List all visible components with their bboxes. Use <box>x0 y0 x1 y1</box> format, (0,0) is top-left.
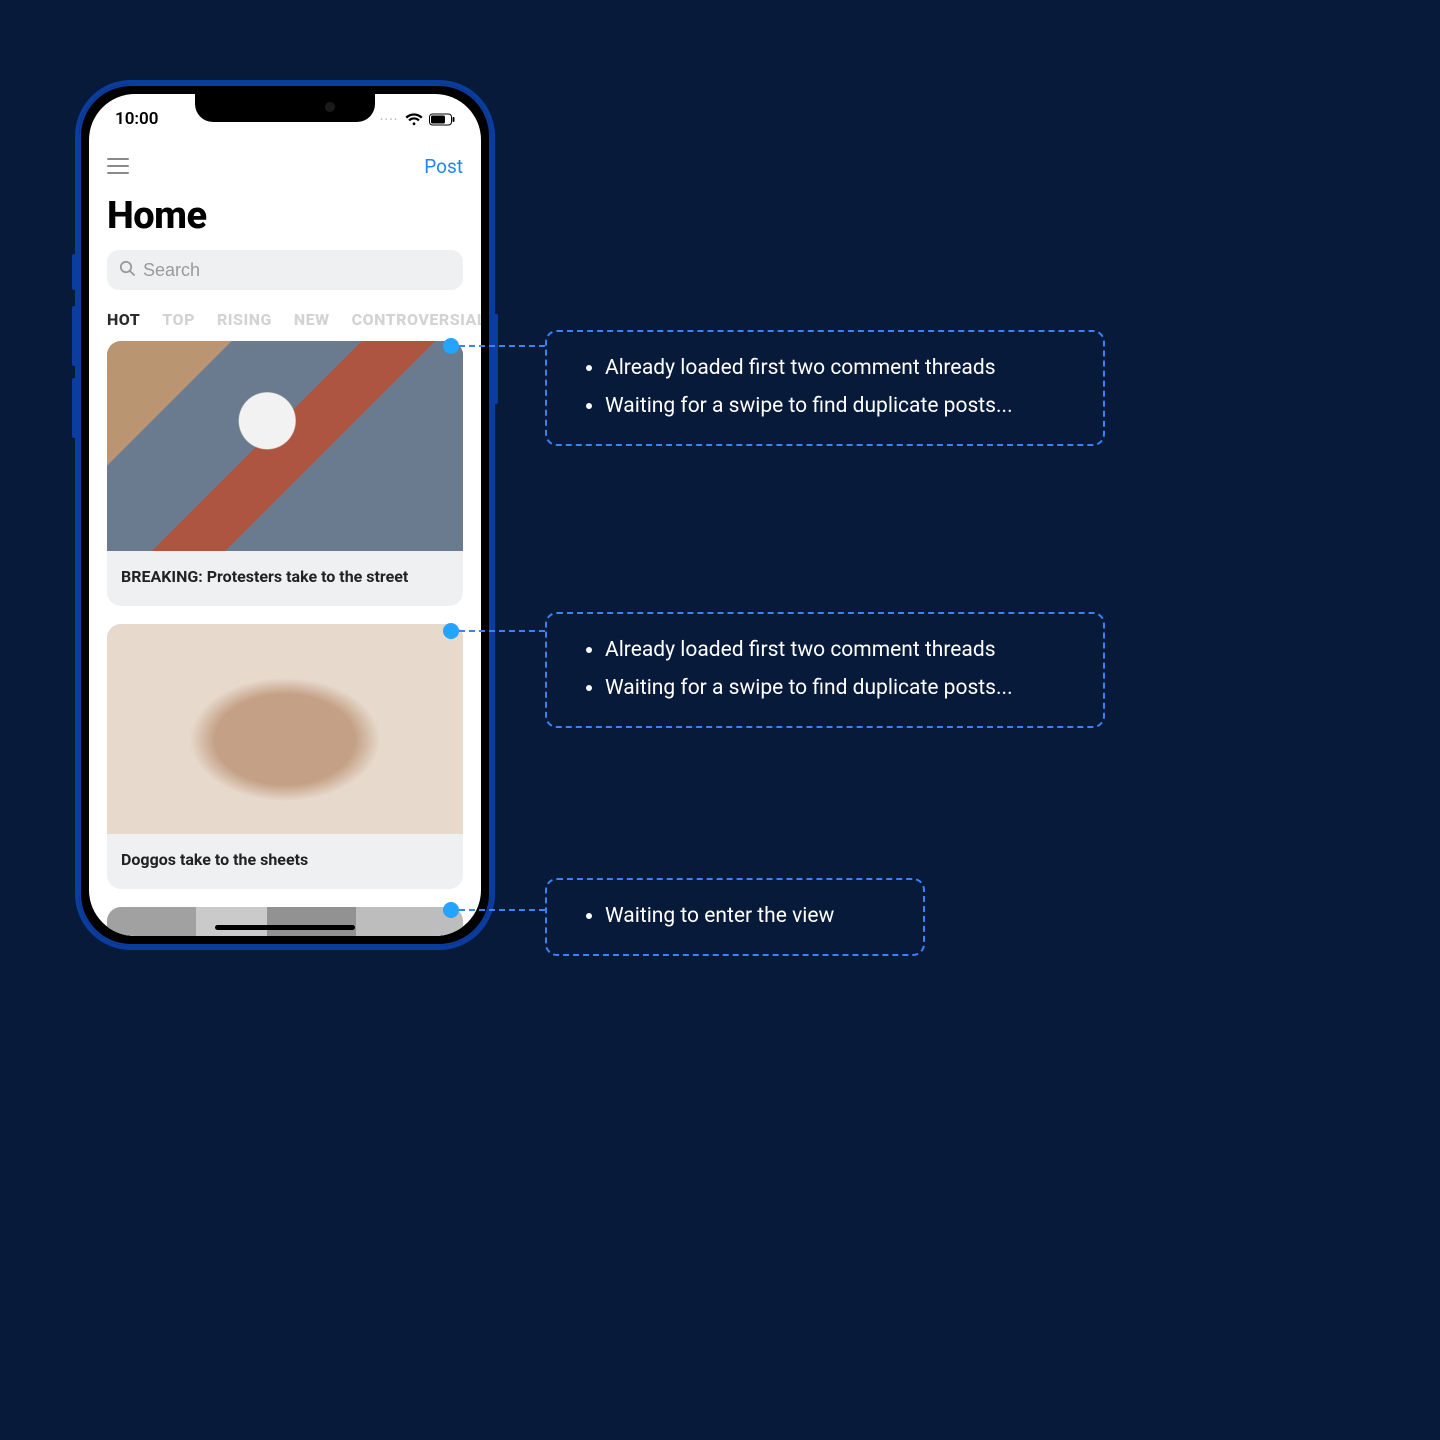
phone-side-button <box>494 314 498 404</box>
cellular-dots-icon: •••• <box>380 115 399 124</box>
post-card[interactable]: BREAKING: Protesters take to the street <box>107 341 463 606</box>
annotation-dot <box>443 902 459 918</box>
app-content: Post Home HOT TOP RISING NEW CONTROVERSI… <box>89 94 481 936</box>
annotation-connector <box>459 909 545 911</box>
navbar: Post <box>89 144 481 184</box>
phone-side-button <box>72 254 76 290</box>
post-title: Doggos take to the sheets <box>107 834 463 889</box>
post-image <box>107 624 463 834</box>
search-icon <box>119 260 135 280</box>
sort-tabs: HOT TOP RISING NEW CONTROVERSIAL <box>89 304 481 341</box>
phone-side-button <box>72 378 76 438</box>
annotation-item: Already loaded first two comment threads <box>605 350 1075 388</box>
search-input[interactable] <box>143 260 451 281</box>
annotation-callout: Already loaded first two comment threads… <box>545 330 1105 446</box>
status-right: •••• <box>380 113 455 126</box>
page-title: Home <box>89 184 481 250</box>
post-title: BREAKING: Protesters take to the street <box>107 551 463 606</box>
tab-new[interactable]: NEW <box>294 310 330 329</box>
tab-rising[interactable]: RISING <box>217 310 272 329</box>
annotation-item: Waiting for a swipe to find duplicate po… <box>605 388 1075 426</box>
post-image <box>107 341 463 551</box>
status-time: 10:00 <box>115 109 158 129</box>
phone-screen: 10:00 •••• Post Home <box>89 94 481 936</box>
phone-notch <box>195 94 375 122</box>
annotation-item: Waiting to enter the view <box>605 898 895 936</box>
tab-top[interactable]: TOP <box>162 310 195 329</box>
annotation-callout: Waiting to enter the view <box>545 878 925 956</box>
phone-side-button <box>72 306 76 366</box>
annotation-connector <box>459 345 545 347</box>
battery-icon <box>429 113 455 126</box>
post-card[interactable]: Doggos take to the sheets <box>107 624 463 889</box>
tab-controversial[interactable]: CONTROVERSIAL <box>352 310 481 329</box>
annotation-callout: Already loaded first two comment threads… <box>545 612 1105 728</box>
tab-hot[interactable]: HOT <box>107 310 140 329</box>
home-indicator <box>215 925 355 930</box>
annotation-connector <box>459 630 545 632</box>
annotation-item: Waiting for a swipe to find duplicate po… <box>605 670 1075 708</box>
annotation-dot <box>443 338 459 354</box>
annotation-item: Already loaded first two comment threads <box>605 632 1075 670</box>
phone-frame: 10:00 •••• Post Home <box>75 80 495 950</box>
post-button[interactable]: Post <box>424 155 463 178</box>
wifi-icon <box>405 113 423 126</box>
annotation-dot <box>443 623 459 639</box>
feed[interactable]: BREAKING: Protesters take to the street … <box>89 341 481 936</box>
post-image <box>107 907 463 936</box>
search-field[interactable] <box>107 250 463 290</box>
menu-icon[interactable] <box>107 158 129 174</box>
post-card[interactable] <box>107 907 463 936</box>
